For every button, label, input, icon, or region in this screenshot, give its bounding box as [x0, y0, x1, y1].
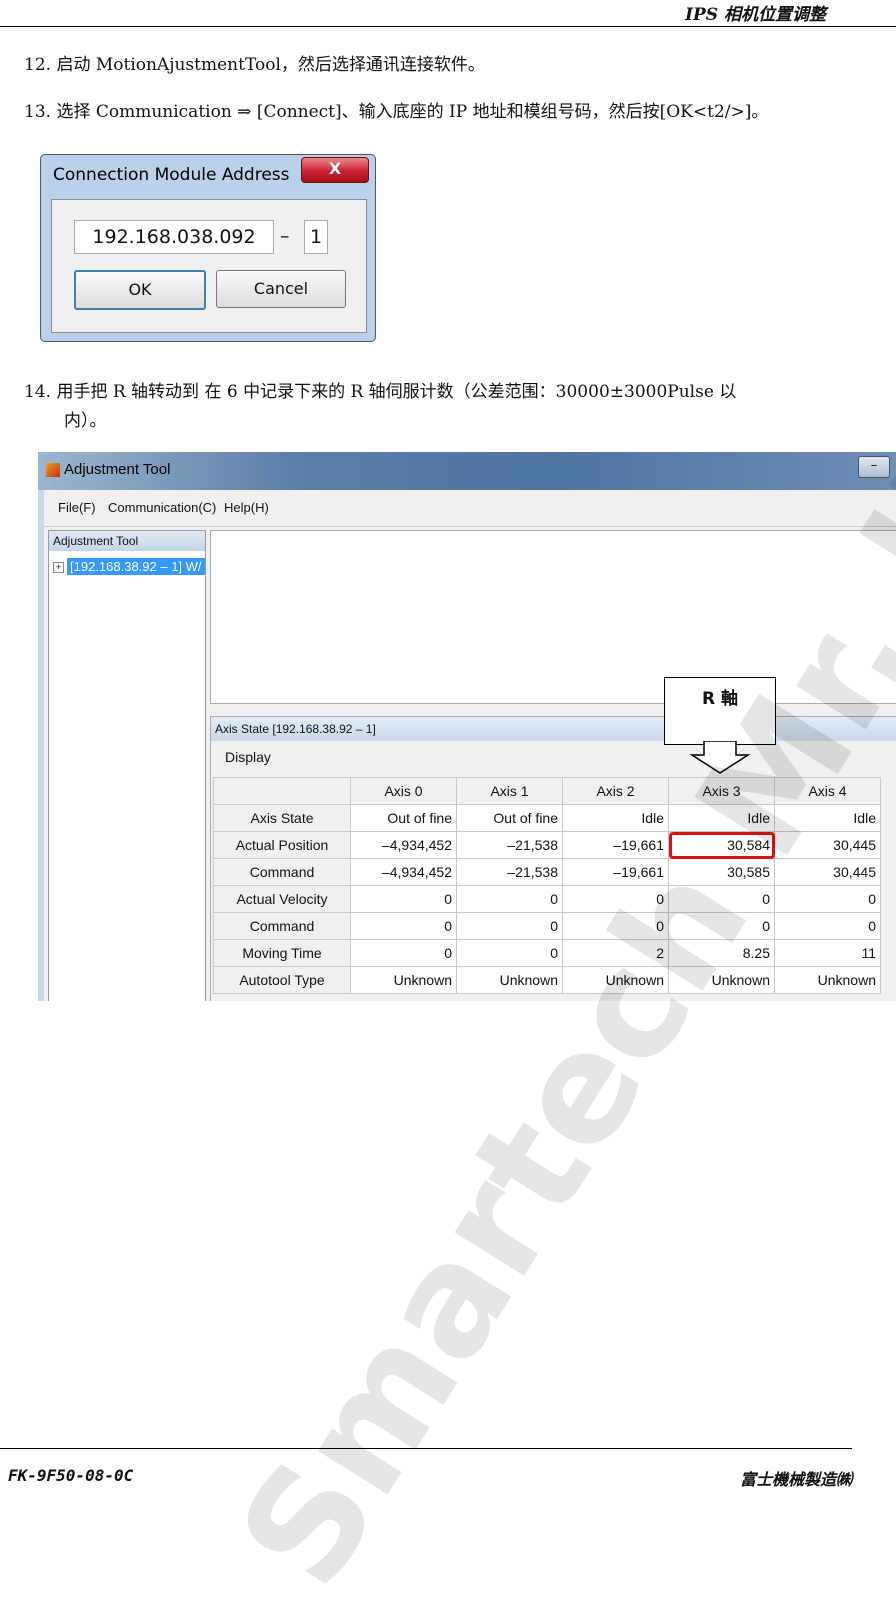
close-icon: X: [328, 159, 342, 178]
table-cell: 0: [350, 939, 457, 967]
tree-node-label[interactable]: [192.168.38.92 – 1] W/: [67, 558, 205, 575]
minimize-button[interactable]: –: [858, 456, 890, 478]
dialog-body: 192.168.038.092 – 1 OK Cancel: [51, 199, 367, 333]
table-row: Command 0 0 0 0 0: [213, 912, 881, 940]
upper-content-pane: [210, 530, 896, 704]
minimize-icon: –: [870, 458, 878, 473]
table-row: Actual Velocity 0 0 0 0 0: [213, 885, 881, 913]
table-cell: 30,445: [774, 831, 881, 859]
window-titlebar: Adjustment Tool –: [38, 452, 896, 490]
axis-state-table: Axis 0 Axis 1 Axis 2 Axis 3 Axis 4 Axis Stat…: [213, 777, 881, 994]
table-cell: Unknown: [350, 966, 457, 994]
column-header-axis: Axis 1: [456, 777, 563, 805]
row-header: Command: [213, 858, 351, 886]
table-cell: Idle: [668, 804, 775, 832]
column-header-axis: Axis 0: [350, 777, 457, 805]
device-tree: Adjustment Tool + [192.168.38.92 – 1] W/: [48, 530, 206, 1001]
table-cell: 0: [456, 885, 563, 913]
menu-display[interactable]: Display: [225, 749, 271, 765]
ok-button[interactable]: OK: [74, 270, 206, 310]
table-cell: –4,934,452: [350, 831, 457, 859]
header-rule: [0, 26, 896, 27]
table-cell: 0: [456, 939, 563, 967]
table-cell: Unknown: [774, 966, 881, 994]
table-cell: Out of fine: [456, 804, 563, 832]
table-cell: 0: [668, 885, 775, 913]
menu-file[interactable]: File(F): [58, 500, 96, 515]
table-row: Actual Position –4,934,452 –21,538 –19,661 3…: [213, 831, 881, 859]
table-row: Command –4,934,452 –21,538 –19,661 30,585 30,…: [213, 858, 881, 886]
ip-address-field[interactable]: 192.168.038.092: [74, 220, 274, 254]
table-cell: –21,538: [456, 858, 563, 886]
table-row: Moving Time 0 0 2 8.25 11: [213, 939, 881, 967]
table-cell: –19,661: [562, 831, 669, 859]
row-header: Command: [213, 912, 351, 940]
connection-dialog: Connection Module Address X 192.168.038.…: [40, 154, 376, 342]
table-cell: 0: [774, 912, 881, 940]
footer-rule: [0, 1448, 852, 1449]
menu-help[interactable]: Help(H): [224, 500, 269, 515]
table-cell: Idle: [774, 804, 881, 832]
table-cell: –19,661: [562, 858, 669, 886]
table-cell: Idle: [562, 804, 669, 832]
table-cell: 0: [456, 912, 563, 940]
table-cell: Unknown: [456, 966, 563, 994]
table-row: Axis State Out of fine Out of fine Idle Idle…: [213, 804, 881, 832]
close-button[interactable]: X: [301, 157, 369, 183]
module-number-field[interactable]: 1: [304, 220, 328, 254]
r-axis-callout: R 軸: [664, 677, 776, 745]
expand-plus-icon[interactable]: +: [53, 562, 64, 574]
table-cell: Out of fine: [350, 804, 457, 832]
page-header-title: IPS 相机位置调整: [685, 5, 826, 25]
table-cell: 30,445: [774, 858, 881, 886]
callout-arrow-icon: [689, 741, 751, 774]
menu-bar: File(F) Communication(C) Help(H): [44, 490, 896, 527]
step-14: 14. 用手把 R 轴转动到 在 6 中记录下来的 R 轴伺服计数（公差范围：3…: [24, 378, 864, 436]
table-cell: 0: [774, 885, 881, 913]
axis-state-header: Axis State [192.168.38.92 – 1]: [211, 717, 896, 741]
table-row: Autotool Type Unknown Unknown Unknown Unknow…: [213, 966, 881, 994]
footer-company: 富士機械製造㈱: [739, 1470, 852, 1489]
step-13: 13. 选择 Communication ⇒ [Connect]、输入底座的 I…: [24, 102, 769, 122]
axis-state-pane: Axis State [192.168.38.92 – 1] Display A…: [210, 716, 896, 1001]
table-cell: 0: [350, 912, 457, 940]
step-12: 12. 启动 MotionAjustmentTool，然后选择通讯连接软件。: [24, 55, 485, 75]
window-title: Adjustment Tool: [64, 461, 171, 478]
table-cell: –21,538: [456, 831, 563, 859]
row-header: Actual Velocity: [213, 885, 351, 913]
table-cell: 2: [562, 939, 669, 967]
cancel-button[interactable]: Cancel: [216, 270, 346, 308]
table-cell: Unknown: [562, 966, 669, 994]
step-14-line2: 内）。: [64, 411, 107, 431]
table-cell: Unknown: [668, 966, 775, 994]
column-header-axis: Axis 3: [668, 777, 775, 805]
tree-header: Adjustment Tool: [49, 531, 205, 551]
column-header-axis: Axis 2: [562, 777, 669, 805]
callout-label: R 軸: [701, 689, 738, 709]
table-cell: 30,585: [668, 858, 775, 886]
tree-node-device[interactable]: + [192.168.38.92 – 1] W/: [53, 558, 205, 575]
row-header: Actual Position: [213, 831, 351, 859]
table-cell: 30,584: [668, 831, 775, 859]
table-cell: 0: [350, 885, 457, 913]
table-cell: –4,934,452: [350, 858, 457, 886]
window-content: File(F) Communication(C) Help(H) Adjustm…: [44, 490, 896, 1001]
table-cell: 0: [562, 885, 669, 913]
row-header: Autotool Type: [213, 966, 351, 994]
row-header: Moving Time: [213, 939, 351, 967]
column-header-axis: Axis 4: [774, 777, 881, 805]
menu-communication[interactable]: Communication(C): [108, 500, 216, 515]
app-icon: [46, 463, 60, 477]
step-14-line1: 14. 用手把 R 轴转动到 在 6 中记录下来的 R 轴伺服计数（公差范围：3…: [24, 382, 737, 402]
table-cell: 8.25: [668, 939, 775, 967]
table-cell: 11: [774, 939, 881, 967]
table-cell: 0: [668, 912, 775, 940]
footer-doc-number: FK-9F50-08-0C: [8, 1466, 134, 1485]
ip-module-separator: –: [280, 225, 290, 247]
dialog-title: Connection Module Address: [53, 165, 290, 185]
column-header-blank: [213, 777, 351, 805]
row-header: Axis State: [213, 804, 351, 832]
table-cell: 0: [562, 912, 669, 940]
